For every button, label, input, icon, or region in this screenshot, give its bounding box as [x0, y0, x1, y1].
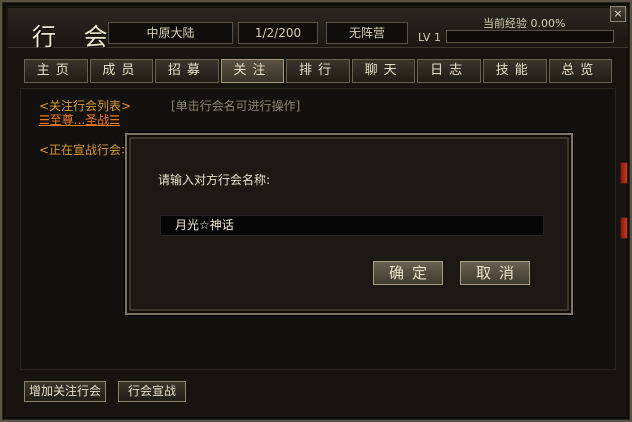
guild-name-input[interactable]: 月光☆神话 [160, 215, 544, 236]
window-title: 行 会 [32, 23, 118, 51]
close-button[interactable]: × [610, 6, 626, 22]
tab-chat[interactable]: 聊天 [351, 59, 416, 83]
tab-recruit[interactable]: 招募 [155, 59, 219, 83]
tab-members[interactable]: 成员 [89, 59, 154, 83]
tab-ranking[interactable]: 排行 [286, 59, 350, 83]
guild-name-dialog: 请输入对方行会名称: 月光☆神话 确定 取消 [125, 133, 573, 315]
declare-war-button[interactable]: 行会宣战 [118, 381, 186, 402]
member-count-field: 1/2/200 [238, 22, 318, 44]
side-scroll-marker-upper[interactable] [620, 162, 628, 184]
title-bar: 行 会 中原大陆 1/2/200 无阵营 LV 1 当前经验 0.00% [8, 8, 628, 51]
tab-log[interactable]: 日志 [417, 59, 481, 83]
add-follow-guild-button[interactable]: 增加关注行会 [24, 381, 106, 402]
tab-skills[interactable]: 技能 [482, 59, 547, 83]
guild-level: LV 1 [418, 31, 441, 44]
operation-hint: [单击行会名可进行操作] [171, 99, 301, 113]
exp-label: 当前经验 0.00% [483, 17, 566, 30]
followed-guild-item[interactable]: ☰至尊...圣战☰ [39, 111, 120, 128]
tab-home[interactable]: 主页 [24, 59, 88, 83]
side-scroll-marker-lower[interactable] [620, 217, 628, 239]
war-guilds-title: <正在宣战行会> [39, 143, 132, 157]
dialog-prompt: 请输入对方行会名称: [158, 173, 271, 187]
exp-bar [446, 30, 614, 43]
cancel-button[interactable]: 取消 [458, 259, 532, 287]
confirm-button[interactable]: 确定 [371, 259, 445, 287]
tab-bar: 主页 成员 招募 关注 排行 聊天 日志 技能 总览 [24, 59, 613, 85]
tab-follow[interactable]: 关注 [220, 59, 285, 83]
region-field: 中原大陆 [108, 22, 233, 44]
tab-overview[interactable]: 总览 [548, 59, 613, 83]
camp-field: 无阵营 [326, 22, 408, 44]
guild-window: 行 会 中原大陆 1/2/200 无阵营 LV 1 当前经验 0.00% × 主… [0, 0, 632, 422]
